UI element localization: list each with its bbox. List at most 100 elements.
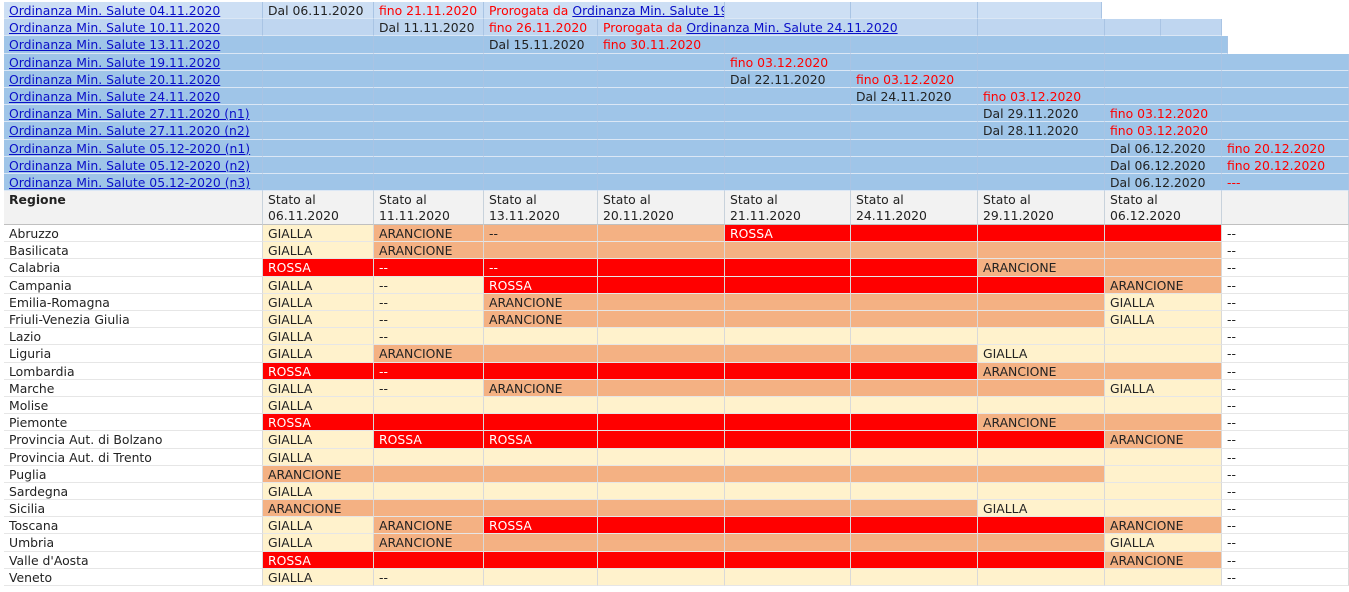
zone-status-cell: -- [1222,517,1349,535]
zone-status-cell [374,448,484,466]
extension-link[interactable]: Ordinanza Min. Salute 19.11.2020 [572,3,724,18]
header-stato-date: 20.11.2020 [603,208,674,224]
ordinance-cell [484,70,598,88]
zone-status-cell [725,482,851,501]
region-name: Provincia Aut. di Trento [4,448,263,466]
zone-status-cell [1105,259,1222,277]
zone-status-cell [978,379,1105,397]
zone-status-cell: -- [1222,500,1349,518]
zone-status-cell [598,242,725,260]
ordinance-cell [263,53,374,71]
zone-status-cell: -- [1222,225,1349,243]
ordinance-link[interactable]: Ordinanza Min. Salute 27.11.2020 (n1) [4,105,263,123]
zone-status-cell [851,517,978,535]
extension-link[interactable]: Ordinanza Min. Salute 24.11.2020 [686,20,897,35]
ordinance-cell [1105,53,1222,71]
zone-status-cell [978,276,1105,294]
region-name: Friuli-Venezia Giulia [4,311,263,329]
ordinance-link[interactable]: Ordinanza Min. Salute 24.11.2020 [4,87,263,106]
zone-status-cell: GIALLA [263,568,374,586]
ordinance-cell [851,139,978,157]
zone-status-cell: ARANCIONE [1105,276,1222,294]
zone-status-cell: ROSSA [725,225,851,243]
ordinance-cell [851,2,978,20]
zone-status-cell [598,568,725,586]
ordinance-cell [374,139,484,157]
ordinance-cell [263,70,374,88]
zone-status-cell [851,379,978,397]
zone-status-cell: GIALLA [263,242,374,260]
zone-status-cell [1105,482,1222,501]
zone-status-cell: -- [1222,311,1349,329]
zone-status-cell [598,448,725,466]
ordinance-link[interactable]: Ordinanza Min. Salute 19.11.2020 [4,53,263,71]
zone-status-cell [374,414,484,432]
ordinance-end: fino 20.12.2020 [1222,156,1349,174]
zone-status-cell [851,311,978,329]
ordinance-end: fino 03.12.2020 [1105,122,1222,140]
zone-status-cell: GIALLA [263,311,374,329]
zone-status-cell: GIALLA [263,534,374,552]
zone-status-cell: -- [1222,465,1349,483]
ordinance-link[interactable]: Ordinanza Min. Salute 05.12-2020 (n2) [4,156,263,174]
zone-status-cell [484,448,598,466]
region-name: Sardegna [4,482,263,501]
ordinance-link[interactable]: Ordinanza Min. Salute 20.11.2020 [4,70,263,88]
zone-status-cell [978,396,1105,415]
zone-status-cell [598,500,725,518]
zone-status-cell: GIALLA [263,517,374,535]
ordinance-cell [263,36,374,54]
zone-status-cell [725,414,851,432]
ordinance-cell [484,87,598,106]
zone-status-cell [598,328,725,346]
ordinance-link[interactable]: Ordinanza Min. Salute 27.11.2020 (n2) [4,122,263,140]
zone-status-cell [1105,414,1222,432]
zone-status-cell [598,276,725,294]
zone-status-cell [598,225,725,243]
zone-status-cell [484,482,598,501]
ordinance-cell [263,156,374,174]
ordinance-cell [851,173,978,192]
zone-status-cell [978,465,1105,483]
ordinance-start: Dal 22.11.2020 [725,70,851,88]
zone-status-cell [484,465,598,483]
ordinance-link[interactable]: Ordinanza Min. Salute 04.11.2020 [4,2,263,20]
ordinance-start: Dal 29.11.2020 [978,105,1105,123]
header-stato-date: 11.11.2020 [379,208,450,224]
zone-status-cell [851,328,978,346]
zone-status-cell: GIALLA [263,225,374,243]
zone-status-cell [851,465,978,483]
zone-status-cell: -- [374,362,484,380]
ordinance-link[interactable]: Ordinanza Min. Salute 05.12-2020 (n1) [4,139,263,157]
zone-status-cell [725,500,851,518]
zone-status-cell: -- [374,379,484,397]
ordinance-cell [484,173,598,192]
zone-status-cell [725,311,851,329]
zone-status-cell: -- [374,293,484,311]
ordinance-cell [1222,36,1228,54]
ordinance-end: fino 03.12.2020 [978,87,1105,106]
ordinance-cell [978,53,1105,71]
ordinance-cell [1222,53,1349,71]
zone-status-cell: ARANCIONE [374,345,484,363]
zone-status-cell: ROSSA [484,431,598,449]
zone-status-cell: ARANCIONE [374,534,484,552]
ordinance-cell [851,53,978,71]
ordinance-cell [598,70,725,88]
zone-status-cell [725,551,851,569]
ordinance-link[interactable]: Ordinanza Min. Salute 05.12-2020 (n3) [4,173,263,192]
ordinance-start: Dal 06.12.2020 [1105,173,1222,192]
zone-status-cell [484,551,598,569]
ordinance-end: fino 26.11.2020 [484,19,598,37]
region-name: Abruzzo [4,225,263,243]
ordinance-end: fino 30.11.2020 [598,36,725,54]
zone-status-cell: -- [1222,414,1349,432]
ordinance-link[interactable]: Ordinanza Min. Salute 10.11.2020 [4,19,263,37]
zone-status-cell: ARANCIONE [374,225,484,243]
zone-status-cell: -- [1222,242,1349,260]
zone-status-cell: ARANCIONE [978,362,1105,380]
header-stato-label: Stato al [268,192,316,208]
region-name: Veneto [4,568,263,586]
zone-status-cell: -- [1222,328,1349,346]
ordinance-link[interactable]: Ordinanza Min. Salute 13.11.2020 [4,36,263,54]
